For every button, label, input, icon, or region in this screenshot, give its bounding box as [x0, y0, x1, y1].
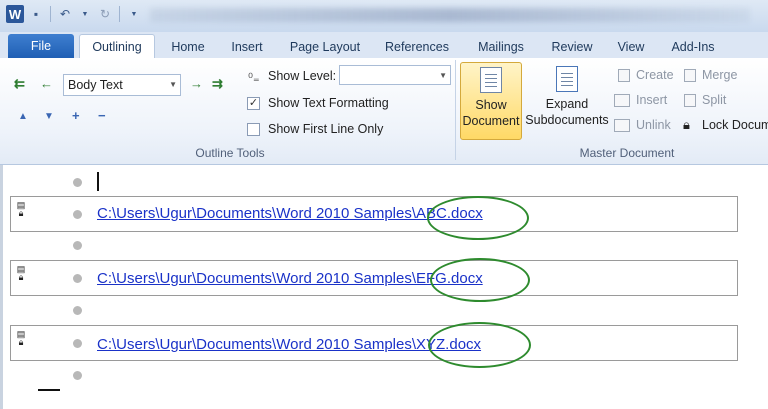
tab-references[interactable]: References [378, 36, 456, 58]
unlink-button[interactable]: Unlink [636, 118, 671, 132]
subdocument-lock-icon[interactable]: ▤ 🔒︎ [16, 330, 26, 347]
annotation-ellipse [428, 322, 531, 368]
master-document-group-label: Master Document [579, 146, 675, 160]
qat-separator [119, 6, 120, 22]
tab-home[interactable]: Home [160, 36, 216, 58]
show-document-label-2: Document [462, 114, 520, 128]
tab-insert[interactable]: Insert [222, 36, 272, 58]
insert-subdocument-button[interactable]: Insert [636, 93, 667, 107]
expand-icon[interactable]: + [72, 108, 80, 123]
title-bar: W ▪ ↶ ▼ ↻ ▼ [0, 0, 768, 33]
expand-label-1: Expand [545, 97, 589, 111]
create-button[interactable]: Create [636, 68, 674, 82]
show-first-line-only-label: Show First Line Only [268, 122, 384, 136]
tab-view[interactable]: View [610, 36, 652, 58]
show-level-label: Show Level: [268, 69, 337, 83]
tab-page-layout[interactable]: Page Layout [282, 36, 368, 58]
tab-review[interactable]: Review [544, 36, 600, 58]
subdocument-link-abc[interactable]: C:\Users\Ugur\Documents\Word 2010 Sample… [97, 205, 483, 222]
tab-file[interactable]: File [8, 34, 74, 58]
undo-dropdown-icon[interactable]: ▼ [77, 5, 93, 23]
annotation-ellipse [427, 196, 529, 240]
window-left-edge [0, 165, 3, 409]
expand-label-2: Subdocuments [525, 113, 609, 127]
undo-icon[interactable]: ↶ [57, 5, 73, 23]
outline-bullet[interactable] [73, 274, 82, 283]
tab-mailings[interactable]: Mailings [468, 36, 534, 58]
split-button[interactable]: Split [702, 93, 726, 107]
show-document-button[interactable]: Show Document [460, 62, 522, 140]
show-text-formatting-checkbox[interactable]: ✓ [247, 97, 260, 110]
quick-access-toolbar: W ▪ ↶ ▼ ↻ ▼ [6, 5, 142, 23]
subdocument-link-xyz[interactable]: C:\Users\Ugur\Documents\Word 2010 Sample… [97, 336, 481, 353]
outline-bullet[interactable] [73, 371, 82, 380]
tab-addins[interactable]: Add-Ins [662, 36, 724, 58]
chevron-down-icon: ▼ [169, 80, 177, 89]
move-down-icon[interactable]: ▼ [44, 111, 54, 122]
ribbon: ⇇ ← Body Text ▼ → ⇉ ▲ ▼ + − ⁰₌ Show Leve… [0, 58, 768, 165]
promote-to-heading1-icon[interactable]: ⇇ [14, 76, 25, 92]
demote-icon[interactable]: → [190, 76, 203, 91]
save-icon[interactable]: ▪ [28, 5, 44, 23]
show-level-select[interactable]: ▼ [339, 65, 451, 85]
show-first-line-only-checkbox[interactable] [247, 123, 260, 136]
document-icon [480, 67, 502, 93]
lock-icon: 🔒︎ [683, 117, 690, 132]
outline-level-select[interactable]: Body Text ▼ [63, 74, 181, 96]
move-up-icon[interactable]: ▲ [18, 111, 28, 122]
subdocument-lock-icon[interactable]: ▤ 🔒︎ [16, 265, 26, 282]
merge-icon [684, 69, 696, 82]
subdocument-link-efg[interactable]: C:\Users\Ugur\Documents\Word 2010 Sample… [97, 270, 483, 287]
insert-subdocument-icon [614, 94, 630, 107]
unlink-icon [614, 119, 630, 132]
text-cursor [97, 172, 99, 191]
outline-tools-group-label: Outline Tools [195, 146, 265, 160]
merge-button[interactable]: Merge [702, 68, 737, 82]
group-separator [455, 60, 456, 160]
annotation-ellipse [430, 258, 530, 302]
outline-level-value: Body Text [68, 78, 123, 92]
outline-bullet[interactable] [73, 339, 82, 348]
demote-to-body-text-icon[interactable]: ⇉ [212, 76, 223, 92]
word-logo-icon[interactable]: W [6, 5, 24, 23]
lock-document-button[interactable]: Lock Docum [702, 118, 768, 132]
ribbon-tabs: File Outlining Home Insert Page Layout R… [0, 32, 768, 59]
outline-bullet[interactable] [73, 306, 82, 315]
window-title-blurred [150, 8, 750, 22]
tab-outlining[interactable]: Outlining [79, 34, 155, 59]
outline-bullet[interactable] [73, 178, 82, 187]
promote-icon[interactable]: ← [40, 76, 53, 91]
create-icon [618, 69, 630, 82]
subdocument-lock-icon[interactable]: ▤ 🔒︎ [16, 201, 26, 218]
split-icon [684, 94, 696, 107]
expand-subdocuments-icon [556, 66, 578, 92]
collapse-icon[interactable]: − [98, 108, 106, 123]
expand-subdocuments-button[interactable]: Expand Subdocuments [524, 62, 610, 140]
end-of-document-marker [38, 389, 60, 391]
customize-toolbar-icon[interactable]: ▼ [126, 5, 142, 23]
chevron-down-icon: ▼ [439, 71, 447, 80]
show-text-formatting-label: Show Text Formatting [268, 96, 389, 110]
redo-icon[interactable]: ↻ [97, 5, 113, 23]
show-level-icon: ⁰₌ [248, 71, 260, 85]
show-document-label-1: Show [475, 98, 507, 112]
outline-bullet[interactable] [73, 241, 82, 250]
qat-separator [50, 6, 51, 22]
outline-bullet[interactable] [73, 210, 82, 219]
